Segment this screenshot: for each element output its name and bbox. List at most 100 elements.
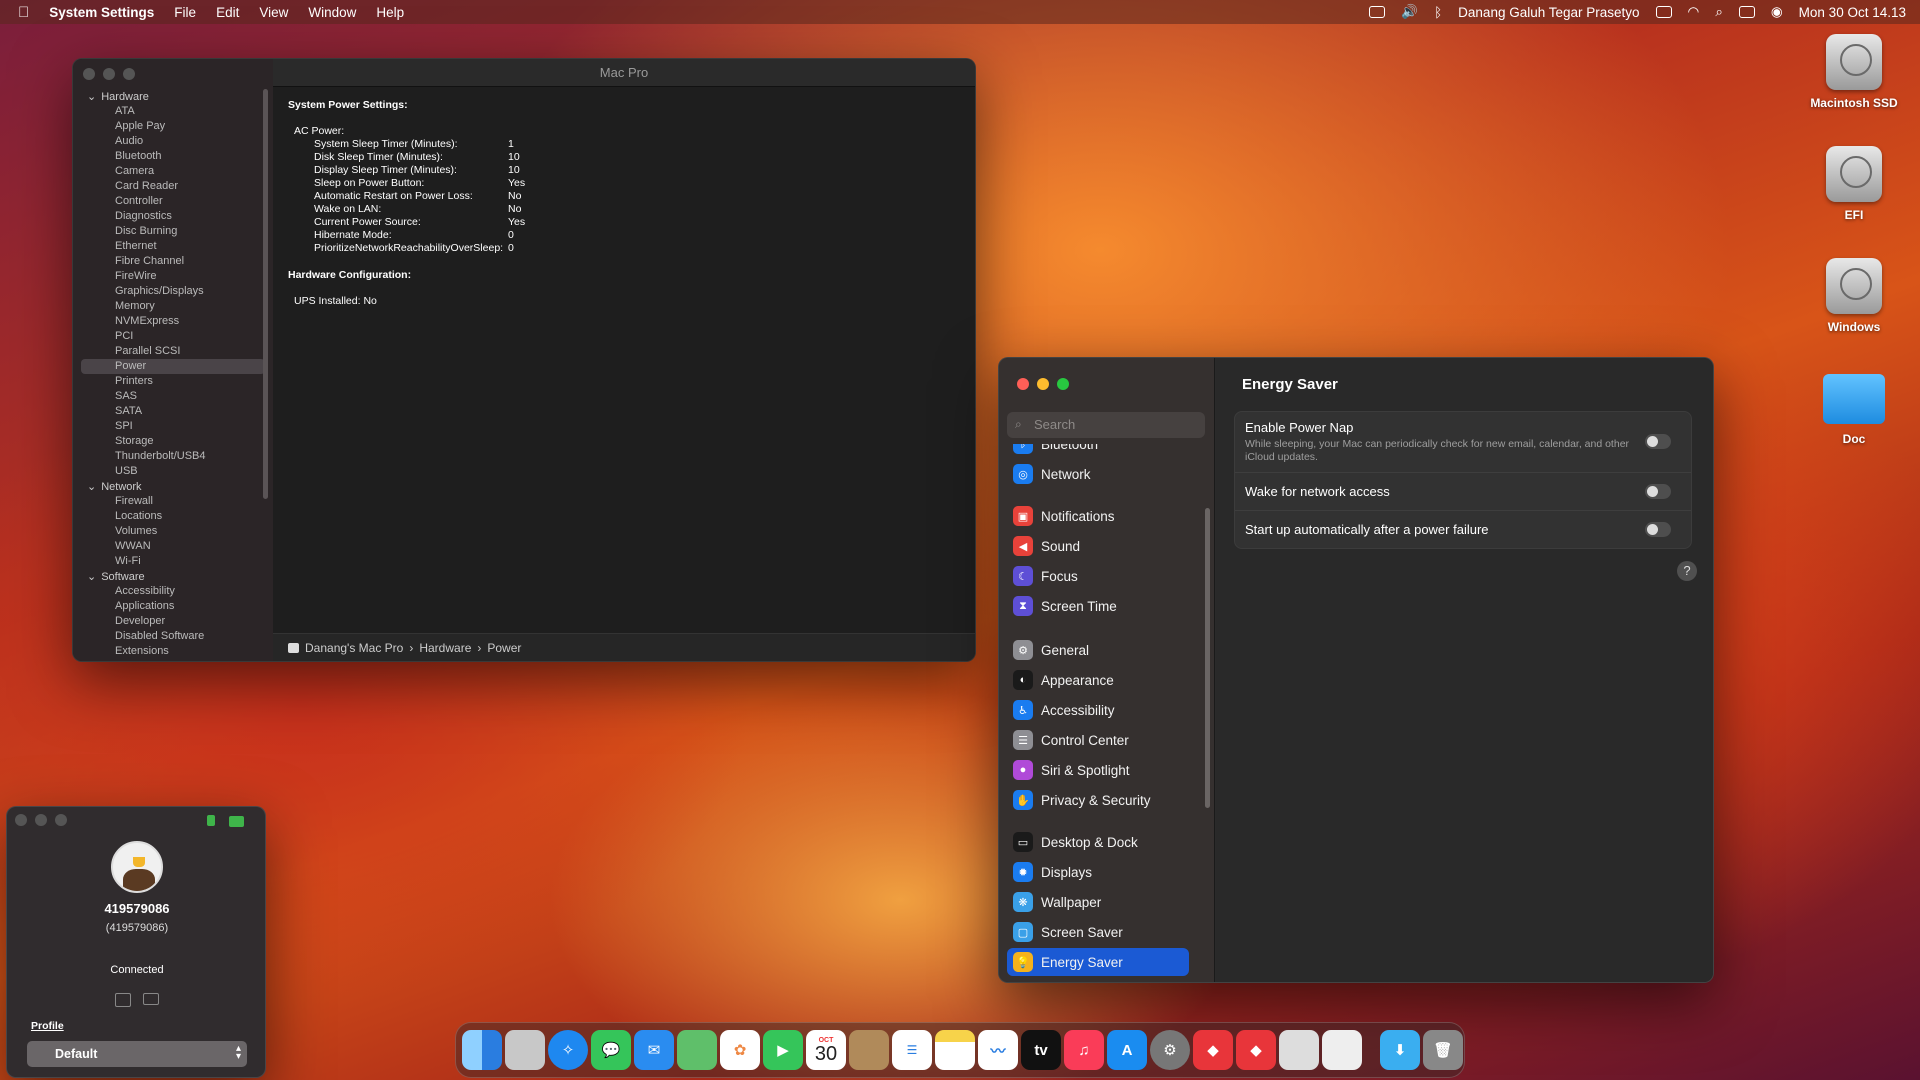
close-button[interactable]	[15, 814, 27, 826]
sidebar-item[interactable]: Card Reader	[73, 179, 273, 194]
sidebar-section-network[interactable]: Network	[73, 479, 273, 494]
minimize-button[interactable]	[35, 814, 47, 826]
sidebar-scrollbar[interactable]	[263, 89, 268, 499]
sidebar-item[interactable]: USB	[73, 464, 273, 479]
zoom-button[interactable]	[1057, 378, 1069, 390]
sidebar-item[interactable]: NVMExpress	[73, 314, 273, 329]
sidebar-item-general[interactable]: ⚙ General	[1007, 636, 1189, 664]
sidebar-item[interactable]: Applications	[73, 599, 273, 614]
activity-monitor-icon[interactable]	[1369, 6, 1386, 18]
input-source-icon[interactable]	[1655, 6, 1672, 18]
sidebar-item[interactable]: ATA	[73, 104, 273, 119]
volume-icon[interactable]: 🔊	[1401, 4, 1418, 20]
sidebar-item[interactable]: Accessibility	[73, 584, 273, 599]
zoom-button[interactable]	[55, 814, 67, 826]
sidebar-item[interactable]: Storage	[73, 434, 273, 449]
user-name[interactable]: Danang Galuh Tegar Prasetyo	[1458, 5, 1639, 20]
music-icon[interactable]: ♫	[1064, 1030, 1104, 1070]
sidebar-item[interactable]: SAS	[73, 389, 273, 404]
sidebar-item[interactable]: Parallel SCSI	[73, 344, 273, 359]
sidebar-item[interactable]: Diagnostics	[73, 209, 273, 224]
facetime-icon[interactable]: ▶	[763, 1030, 803, 1070]
minimize-button[interactable]	[103, 68, 115, 80]
sidebar-item-network[interactable]: ◎ Network	[1007, 460, 1189, 488]
sidebar-item-displays[interactable]: ✹ Displays	[1007, 858, 1189, 886]
sidebar-item-control-center[interactable]: ☰ Control Center	[1007, 726, 1189, 754]
sidebar-item-accessibility[interactable]: ♿ Accessibility	[1007, 696, 1189, 724]
sidebar-item-wallpaper[interactable]: ❋ Wallpaper	[1007, 888, 1189, 916]
finder-icon[interactable]	[462, 1030, 502, 1070]
menubar-clock[interactable]: Mon 30 Oct 14.13	[1799, 5, 1906, 20]
chat-icon[interactable]	[229, 816, 244, 827]
desktop-drive-efi[interactable]: EFI	[1804, 146, 1904, 222]
sidebar-item-sound[interactable]: ◀ Sound	[1007, 532, 1189, 560]
desktop-drive-macintosh-ssd[interactable]: Macintosh SSD	[1804, 34, 1904, 110]
sidebar-item[interactable]: Extensions	[73, 644, 273, 659]
textedit-icon[interactable]	[1322, 1030, 1362, 1070]
minimize-button[interactable]	[1037, 378, 1049, 390]
sidebar-item-notifications[interactable]: ▣ Notifications	[1007, 502, 1189, 530]
sidebar-item-energy-saver[interactable]: 💡 Energy Saver	[1007, 948, 1189, 976]
menu-window[interactable]: Window	[298, 5, 366, 20]
freeform-icon[interactable]: 〰	[978, 1030, 1018, 1070]
sidebar-item[interactable]: Graphics/Displays	[73, 284, 273, 299]
reminders-icon[interactable]: ☰	[892, 1030, 932, 1070]
help-button[interactable]: ?	[1677, 561, 1697, 581]
messages-icon[interactable]: 💬	[591, 1030, 631, 1070]
apple-tv-icon[interactable]: tv	[1021, 1030, 1061, 1070]
sidebar-item[interactable]: Memory	[73, 299, 273, 314]
contacts-icon[interactable]	[849, 1030, 889, 1070]
sidebar-item[interactable]: Volumes	[73, 524, 273, 539]
sidebar-item-appearance[interactable]: ◐ Appearance	[1007, 666, 1189, 694]
sidebar-item[interactable]: Bluetooth	[73, 149, 273, 164]
sidebar-item-screen-time[interactable]: ⧗ Screen Time	[1007, 592, 1189, 620]
close-button[interactable]	[1017, 378, 1029, 390]
downloads-folder-icon[interactable]: ⬇	[1380, 1030, 1420, 1070]
sidebar-item[interactable]: Power	[81, 359, 265, 374]
sidebar-item[interactable]: Disc Burning	[73, 224, 273, 239]
sidebar-item[interactable]: FireWire	[73, 269, 273, 284]
menu-help[interactable]: Help	[366, 5, 414, 20]
wifi-icon[interactable]: ◠	[1688, 4, 1700, 20]
sidebar-item[interactable]: Fibre Channel	[73, 254, 273, 269]
wake-for-network-access-toggle[interactable]	[1645, 483, 1671, 499]
sidebar-item[interactable]: Ethernet	[73, 239, 273, 254]
mail-icon[interactable]: ✉	[634, 1030, 674, 1070]
breadcrumb-hardware[interactable]: Hardware	[419, 641, 471, 655]
menu-edit[interactable]: Edit	[206, 5, 249, 20]
sidebar-item[interactable]: Printers	[73, 374, 273, 389]
sidebar-item-screen-saver[interactable]: ▢ Screen Saver	[1007, 918, 1189, 946]
sidebar-item[interactable]: PCI	[73, 329, 273, 344]
calendar-icon[interactable]: OCT 30	[806, 1030, 846, 1070]
siri-icon[interactable]: ◉	[1771, 4, 1783, 20]
photos-icon[interactable]: ✿	[720, 1030, 760, 1070]
enable-power-nap-toggle[interactable]	[1645, 434, 1671, 449]
sidebar-item[interactable]: Developer	[73, 614, 273, 629]
trash-icon[interactable]: 🗑	[1423, 1030, 1463, 1070]
maps-icon[interactable]	[677, 1030, 717, 1070]
sidebar-item[interactable]: Audio	[73, 134, 273, 149]
screen-icon[interactable]	[143, 993, 159, 1005]
sidebar-scrollbar[interactable]	[1205, 508, 1210, 808]
sidebar-section-hardware[interactable]: Hardware	[73, 89, 273, 104]
sidebar-item[interactable]: SPI	[73, 419, 273, 434]
file-transfer-icon[interactable]	[115, 993, 131, 1007]
menu-file[interactable]: File	[164, 5, 206, 20]
close-button[interactable]	[83, 68, 95, 80]
sidebar-item-desktop-dock[interactable]: ▭ Desktop & Dock	[1007, 828, 1189, 856]
spotlight-icon[interactable]: ⌕	[1715, 4, 1723, 20]
desktop-drive-windows[interactable]: Windows	[1804, 258, 1904, 334]
sidebar-item[interactable]: Apple Pay	[73, 119, 273, 134]
sidebar-item-focus[interactable]: ☾ Focus	[1007, 562, 1189, 590]
anydesk-alt-icon[interactable]: ◆	[1236, 1030, 1276, 1070]
breadcrumb-computer[interactable]: Danang's Mac Pro	[305, 641, 403, 655]
system-settings-icon[interactable]: ⚙	[1150, 1030, 1190, 1070]
breadcrumb-power[interactable]: Power	[487, 641, 521, 655]
sidebar-section-software[interactable]: Software	[73, 569, 273, 584]
profile-select[interactable]: Default ▴ ▾	[27, 1041, 247, 1067]
sidebar-item[interactable]: Controller	[73, 194, 273, 209]
control-center-icon[interactable]	[1738, 6, 1755, 18]
bluetooth-icon[interactable]: ᛒ	[1434, 5, 1442, 20]
anydesk-icon[interactable]: ◆	[1193, 1030, 1233, 1070]
sidebar-item[interactable]: Camera	[73, 164, 273, 179]
